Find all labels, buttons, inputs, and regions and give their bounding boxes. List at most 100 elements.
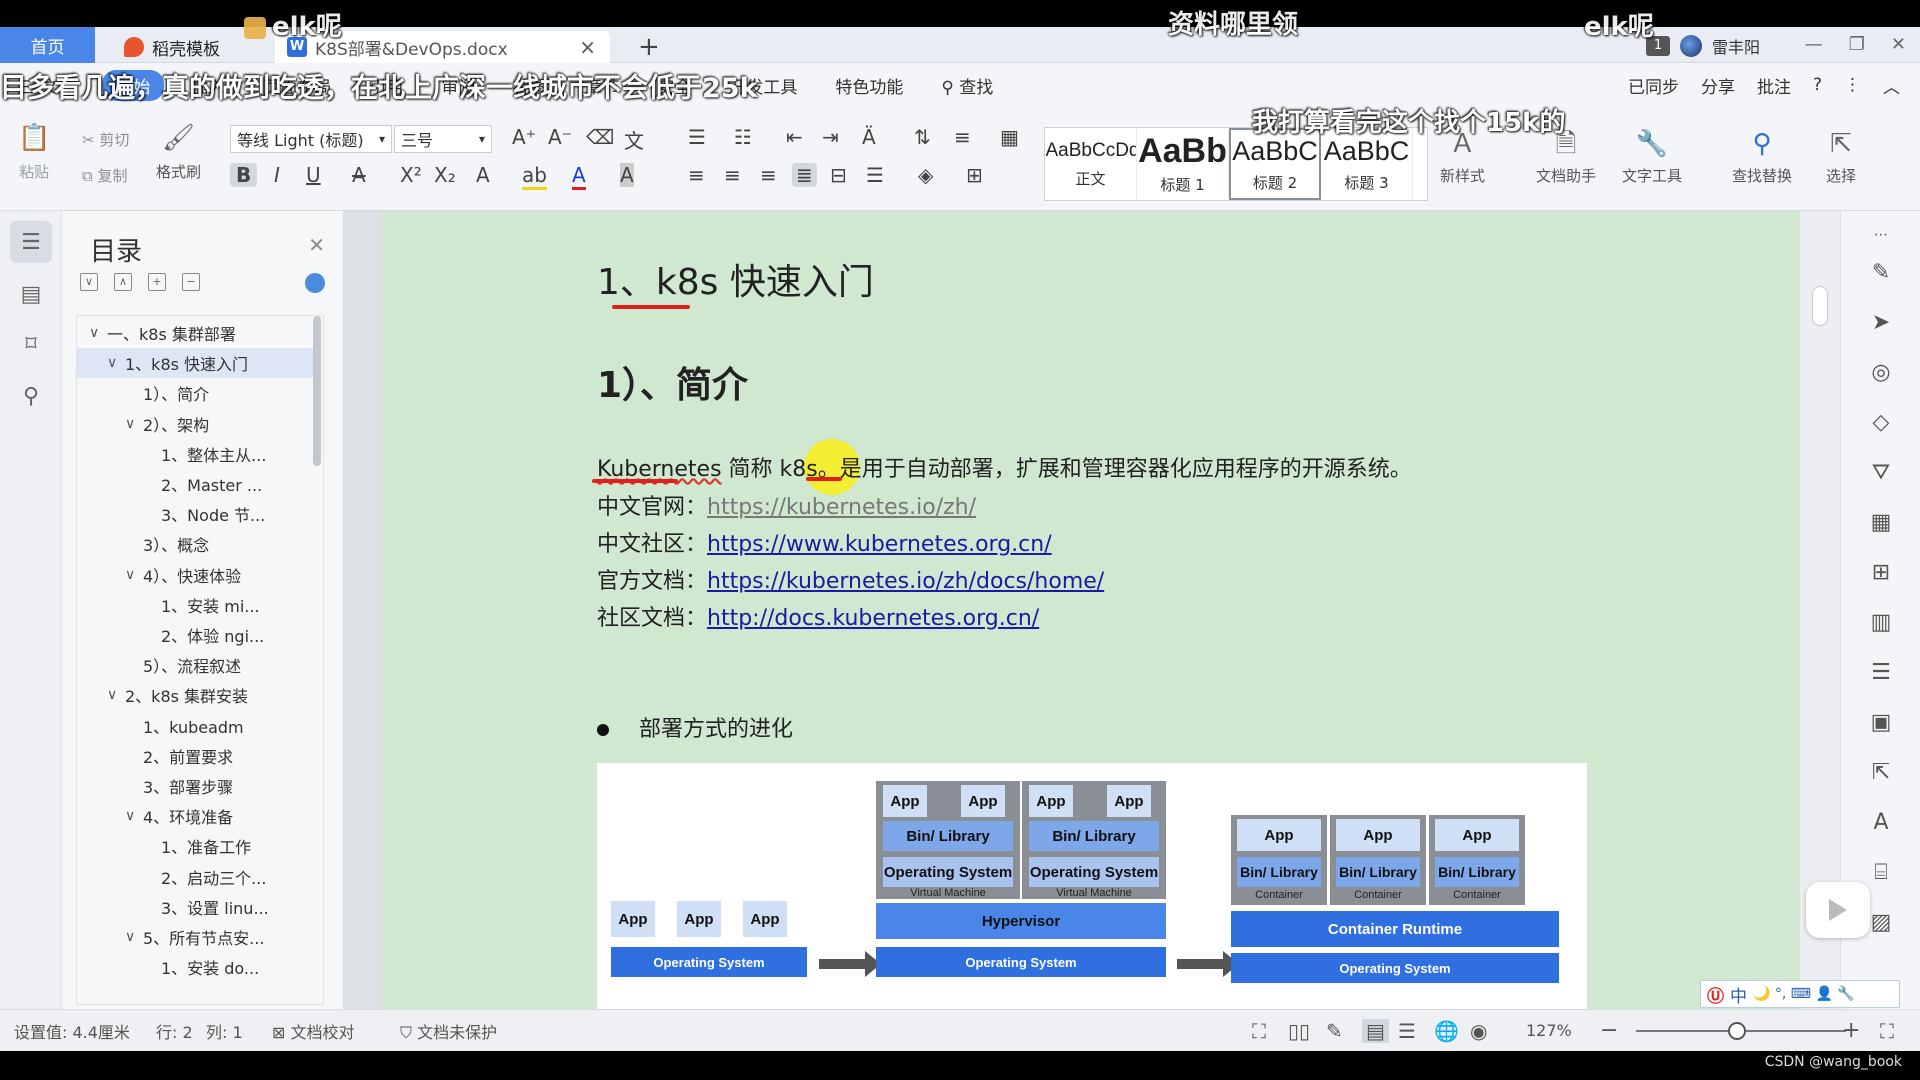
toc-item[interactable]: ∨ 5、所有节点安... bbox=[77, 922, 313, 952]
image-icon[interactable]: ▣ bbox=[1867, 709, 1895, 737]
link-official-docs[interactable]: https://kubernetes.io/zh/docs/home/ bbox=[707, 569, 1104, 594]
chevron-down-icon[interactable]: ∨ bbox=[125, 416, 143, 432]
user-name[interactable]: 雷丰阳 bbox=[1712, 34, 1760, 58]
chevron-down-icon[interactable]: ∨ bbox=[125, 929, 143, 945]
toc-icon[interactable]: ☰ bbox=[10, 221, 52, 263]
protect-status[interactable]: ⛉ 文档未保护 bbox=[400, 1019, 497, 1043]
toc-item[interactable]: 3、设置 linu... bbox=[77, 892, 313, 922]
link-official-site[interactable]: https://kubernetes.io/zh/ bbox=[707, 495, 976, 520]
font-name-select[interactable]: 等线 Light (标题) ▾ bbox=[230, 125, 392, 153]
chevron-down-icon[interactable]: ∨ bbox=[107, 355, 125, 371]
toc-item[interactable]: 1）、简介 bbox=[77, 378, 313, 408]
tab-home[interactable]: 首页 bbox=[0, 27, 95, 63]
pen-icon[interactable]: ✎ bbox=[1867, 259, 1895, 287]
add-heading-icon[interactable]: + bbox=[148, 273, 166, 291]
distribute-icon[interactable]: ⊟ bbox=[830, 163, 847, 187]
fit-window-icon[interactable]: ⛶ bbox=[1880, 1019, 1894, 1043]
eye-care-icon[interactable]: ◉ bbox=[1470, 1019, 1487, 1043]
menu-features[interactable]: 特色功能 bbox=[816, 73, 922, 98]
toc-item[interactable]: 1、准备工作 bbox=[77, 831, 313, 861]
export-icon[interactable]: ⇱ bbox=[1867, 759, 1895, 787]
char-shading-icon[interactable]: A bbox=[620, 163, 634, 187]
align-center-icon[interactable]: ≡ bbox=[724, 163, 741, 187]
close-tab-icon[interactable]: × bbox=[579, 35, 596, 59]
comment-button[interactable]: 批注 bbox=[1757, 73, 1791, 98]
toc-item[interactable]: 1、安装 mi... bbox=[77, 590, 313, 620]
strikethrough-button[interactable]: A bbox=[352, 163, 366, 187]
text-direction-icon[interactable]: Ä bbox=[862, 125, 876, 149]
line-spacing-icon[interactable]: ≡ bbox=[954, 125, 971, 149]
menu-search[interactable]: ⚲ 查找 bbox=[922, 73, 1012, 98]
help-icon[interactable]: ? bbox=[1813, 75, 1822, 95]
location-icon[interactable]: ◎ bbox=[1867, 359, 1895, 387]
toc-item[interactable]: ∨ 2）、架构 bbox=[77, 409, 313, 439]
toc-item[interactable]: 1、安装 do... bbox=[77, 952, 313, 982]
cut-button[interactable]: ✂ 剪切 bbox=[82, 129, 129, 150]
clear-format-icon[interactable]: ⌫ bbox=[586, 125, 614, 149]
text-effect-icon[interactable]: A bbox=[476, 163, 490, 187]
toc-item[interactable]: ∨ 4、环境准备 bbox=[77, 801, 313, 831]
toc-scrollbar[interactable] bbox=[313, 316, 321, 466]
restore-button[interactable]: ❐ bbox=[1849, 34, 1865, 55]
settings-sliders-icon[interactable]: ☰ bbox=[1867, 659, 1895, 687]
toc-item[interactable]: 3、Node 节... bbox=[77, 499, 313, 529]
decrease-indent-icon[interactable]: ⇤ bbox=[786, 125, 803, 149]
toc-item[interactable]: 2、前置要求 bbox=[77, 741, 313, 771]
grow-font-icon[interactable]: A⁺ bbox=[512, 125, 536, 149]
page-view-icon[interactable]: ▤ bbox=[1362, 1018, 1389, 1043]
layers-icon[interactable]: ⛛ bbox=[1867, 459, 1895, 487]
avatar[interactable] bbox=[1679, 35, 1702, 57]
zoom-slider-handle[interactable] bbox=[1728, 1022, 1746, 1040]
archive-icon[interactable]: ⌸ bbox=[1867, 859, 1895, 887]
translate-icon[interactable]: A bbox=[1867, 809, 1895, 837]
more-icon[interactable]: ⋮ bbox=[1844, 75, 1861, 95]
proofread-button[interactable]: ⊠ 文档校对 bbox=[272, 1019, 355, 1043]
superscript-button[interactable]: X² bbox=[400, 163, 422, 187]
toc-item[interactable]: 2、启动三个... bbox=[77, 862, 313, 892]
toc-item[interactable]: 3、部署步骤 bbox=[77, 771, 313, 801]
fullscreen-icon[interactable]: ⛶ bbox=[1252, 1019, 1266, 1043]
paste-button[interactable]: 📋 粘贴 bbox=[18, 123, 50, 182]
chevron-down-icon[interactable]: ∨ bbox=[107, 687, 125, 703]
select-button[interactable]: ⇱ 选择 bbox=[1826, 129, 1856, 186]
scrollbar-thumb[interactable] bbox=[1812, 286, 1828, 326]
highlight-icon[interactable]: ab bbox=[522, 163, 547, 190]
toc-item[interactable]: ∨ 一、k8s 集群部署 bbox=[77, 318, 313, 348]
style-heading-1[interactable]: AaBb 标题 1 bbox=[1137, 128, 1229, 200]
gallery-icon[interactable]: ▨ bbox=[1867, 909, 1895, 937]
reading-mode-icon[interactable]: ▯▯ bbox=[1288, 1019, 1310, 1043]
bookmark-icon[interactable]: ⌑ bbox=[10, 323, 52, 365]
font-color-icon[interactable]: A bbox=[572, 163, 586, 190]
italic-button[interactable]: I bbox=[274, 163, 280, 187]
collapse-all-icon[interactable]: ∧ bbox=[114, 273, 132, 291]
sort-icon[interactable]: ⇅ bbox=[914, 125, 931, 149]
ime-tools[interactable]: 🌙 °, ⌨ 👤 🔧 bbox=[1753, 986, 1855, 1002]
zoom-level[interactable]: 127% bbox=[1526, 1021, 1572, 1040]
web-view-icon[interactable]: 🌐 bbox=[1434, 1019, 1459, 1043]
drag-handle-icon[interactable]: ⋯ bbox=[1867, 221, 1895, 249]
chart-icon[interactable]: ▥ bbox=[1867, 609, 1895, 637]
edit-mode-icon[interactable]: ✎ bbox=[1326, 1019, 1343, 1043]
bullet-item[interactable]: 部署方式的进化 bbox=[597, 711, 793, 743]
toc-item[interactable]: 1、整体主从... bbox=[77, 439, 313, 469]
sync-status[interactable]: 已同步 bbox=[1628, 73, 1679, 98]
expand-all-icon[interactable]: ∨ bbox=[80, 273, 98, 291]
increase-indent-icon[interactable]: ⇥ bbox=[822, 125, 839, 149]
chevron-down-icon[interactable]: ∨ bbox=[89, 325, 107, 341]
justify-icon[interactable]: ≣ bbox=[792, 163, 817, 187]
collapse-ribbon-icon[interactable]: ︿ bbox=[1883, 73, 1900, 98]
paragraph-spacing-icon[interactable]: ☰ bbox=[866, 163, 884, 187]
minimize-button[interactable]: — bbox=[1805, 34, 1823, 55]
shapes-icon[interactable]: ◇ bbox=[1867, 409, 1895, 437]
borders-icon[interactable]: ⊞ bbox=[966, 163, 983, 187]
pages-icon[interactable]: ▤ bbox=[10, 273, 52, 315]
pointer-icon[interactable]: ➤ bbox=[1867, 309, 1895, 337]
zoom-in-icon[interactable]: + bbox=[1842, 1018, 1860, 1043]
intro-paragraph[interactable]: Kubernetes 简称 k8s。是用于自动部署，扩展和管理容器化应用程序的开… bbox=[597, 451, 1412, 483]
toc-toggle-icon[interactable] bbox=[305, 273, 325, 293]
style-normal[interactable]: AaBbCcDd 正文 bbox=[1045, 128, 1137, 200]
table-icon[interactable]: ▦ bbox=[1867, 509, 1895, 537]
toc-item[interactable]: 2、Master ... bbox=[77, 469, 313, 499]
phonetic-icon[interactable]: 文 bbox=[624, 125, 644, 154]
toc-item[interactable]: 3）、概念 bbox=[77, 529, 313, 559]
